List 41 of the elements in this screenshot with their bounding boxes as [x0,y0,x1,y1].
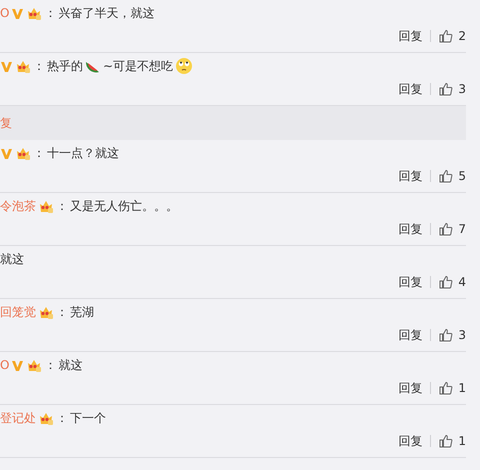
like-button[interactable]: 2 [439,29,466,43]
thumbs-up-icon [439,222,454,236]
reply-link[interactable]: 回复 [398,380,422,396]
like-button[interactable]: 7 [439,222,466,236]
thumbs-up-icon [439,82,454,96]
like-button[interactable]: 3 [439,328,466,342]
like-button[interactable]: 1 [439,381,466,395]
thumbs-up-icon [439,169,454,183]
reply-link[interactable]: 回复 [398,432,422,450]
comment-text: ~可是不想吃 [103,58,174,74]
reply-link[interactable]: 回复 [398,168,422,184]
thumbs-up-icon [439,29,454,43]
colon: ： [33,144,45,162]
colon: ： [56,410,68,426]
reply-link[interactable]: 回复 [398,326,422,344]
like-button[interactable]: 3 [439,82,466,96]
thumbs-up-icon [439,381,454,395]
colon: ： [33,58,45,74]
thumbs-up-icon [439,434,454,448]
comment-text: 热乎的 [47,58,83,74]
eye-roll-emoji-icon [175,57,194,75]
comment-text: 又是无人伤亡。。。 [70,198,178,214]
like-button[interactable]: 5 [439,169,466,183]
reply-link[interactable]: 回复 [398,28,422,44]
comment-text: 兴奋了半天，就这 [58,4,154,22]
reply-link[interactable]: 回复 [398,274,422,290]
colon: ： [44,4,56,22]
like-button[interactable]: 1 [439,434,466,448]
comment-text: 就这 [0,250,24,268]
like-button[interactable]: 4 [439,275,466,289]
comment-text: 就这 [58,356,82,374]
comment-text: 芜湖 [70,304,94,320]
comment-text: 下一个 [70,410,106,426]
reply-link[interactable]: 回复 [398,220,422,238]
reply-link[interactable]: 回复 [398,80,422,98]
comment-text: 十一点？就这 [47,144,119,162]
colon: ： [44,356,56,374]
thumbs-up-icon [439,328,454,342]
thumbs-up-icon [439,275,454,289]
colon: ： [56,304,68,320]
colon: ： [56,198,68,214]
